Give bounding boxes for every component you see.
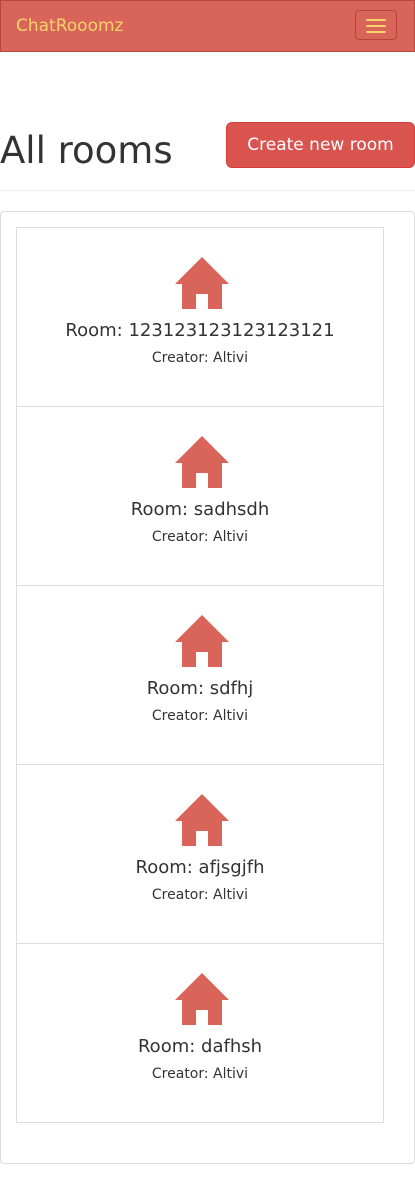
brand-link[interactable]: ChatRooomz — [16, 16, 123, 36]
home-icon — [175, 615, 229, 667]
room-creator: Creator: Altivi — [151, 529, 249, 545]
room-list: Room: 123123123123123121 Creator: Altivi… — [16, 227, 384, 1123]
room-creator: Creator: Altivi — [151, 350, 249, 366]
header-divider — [0, 190, 415, 191]
home-icon — [175, 257, 229, 309]
navbar: ChatRooomz — [0, 0, 415, 52]
room-card[interactable]: Room: afjsgjfh Creator: Altivi — [16, 764, 384, 944]
home-icon — [175, 973, 229, 1025]
room-creator: Creator: Altivi — [151, 887, 249, 903]
home-icon — [175, 794, 229, 846]
room-creator: Creator: Altivi — [151, 1066, 249, 1082]
room-card[interactable]: Room: sdfhj Creator: Altivi — [16, 585, 384, 765]
navbar-toggle-button[interactable] — [355, 10, 397, 40]
room-name: Room: afjsgjfh — [135, 857, 265, 878]
page-title: All rooms — [0, 129, 173, 172]
room-name: Room: 123123123123123121 — [65, 320, 335, 341]
room-card[interactable]: Room: 123123123123123121 Creator: Altivi — [16, 227, 384, 407]
room-name: Room: sdfhj — [146, 678, 254, 699]
room-name: Room: sadhsdh — [130, 499, 270, 520]
create-new-room-button[interactable]: Create new room — [226, 122, 415, 168]
home-icon — [175, 436, 229, 488]
room-card[interactable]: Room: sadhsdh Creator: Altivi — [16, 406, 384, 586]
room-creator: Creator: Altivi — [151, 708, 249, 724]
room-card[interactable]: Room: dafhsh Creator: Altivi — [16, 943, 384, 1123]
room-name: Room: dafhsh — [137, 1036, 263, 1057]
